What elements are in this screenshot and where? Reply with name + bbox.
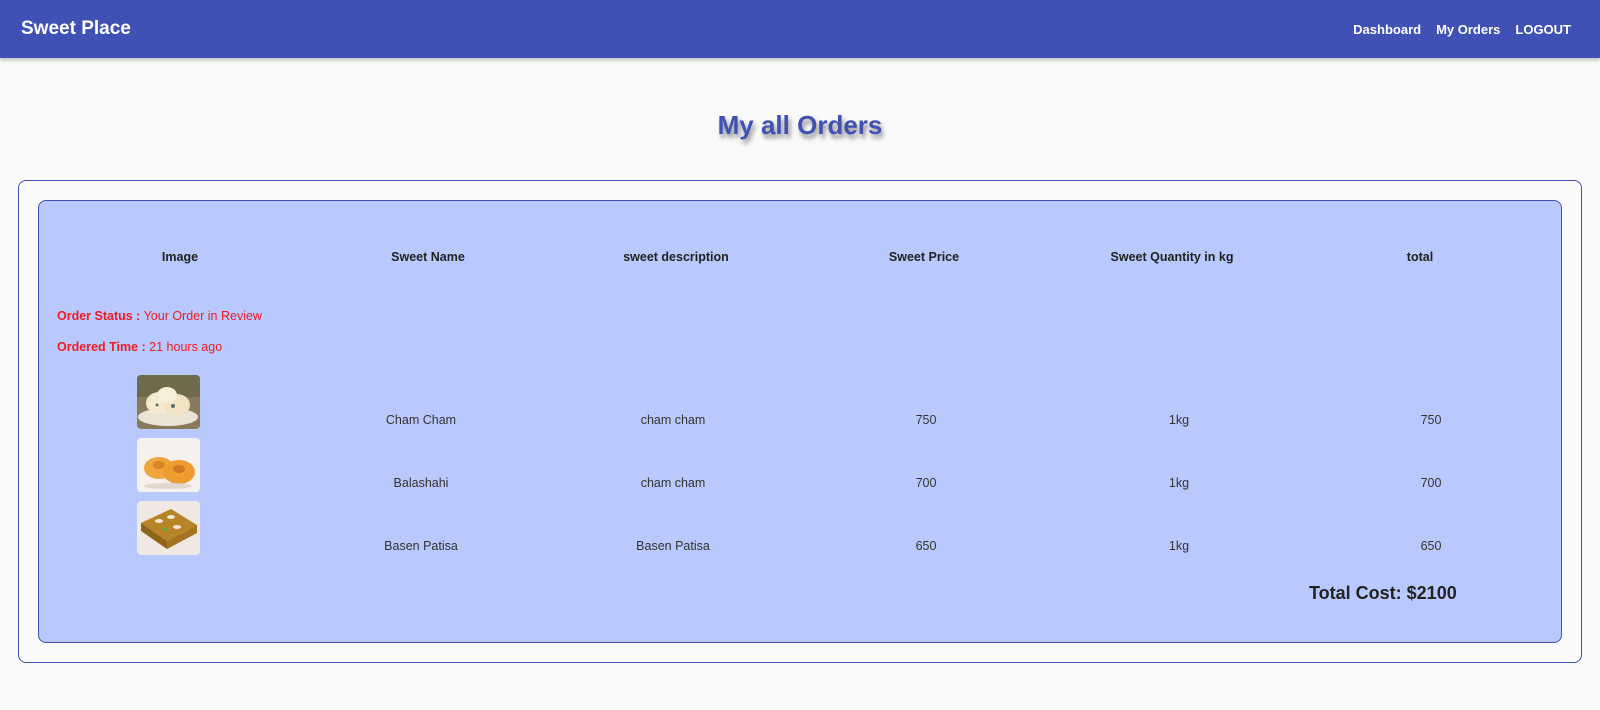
item-1-price: 750 bbox=[915, 413, 937, 427]
item-1-description: cham cham bbox=[640, 413, 706, 427]
item-2-price: 700 bbox=[915, 476, 937, 490]
col-header-image: Image bbox=[161, 250, 199, 264]
item-2-description: cham cham bbox=[640, 476, 706, 490]
order-status-label: Order Status : bbox=[57, 309, 141, 323]
order-status-value: Your Order in Review bbox=[143, 309, 262, 323]
nav-logout-link[interactable]: LOGOUT bbox=[1515, 22, 1571, 37]
item-3-total: 650 bbox=[1420, 539, 1442, 553]
total-cost: Total Cost: $2100 bbox=[1309, 583, 1457, 603]
basen-patisa-image bbox=[137, 501, 200, 555]
item-3-quantity: 1kg bbox=[1168, 539, 1190, 553]
item-2-name: Balashahi bbox=[393, 476, 449, 490]
top-nav: Dashboard My Orders LOGOUT bbox=[1338, 22, 1571, 37]
ordered-time-value: 21 hours ago bbox=[149, 340, 223, 354]
item-1-total: 750 bbox=[1420, 413, 1442, 427]
cham-cham-image bbox=[137, 375, 200, 429]
item-1-quantity: 1kg bbox=[1168, 413, 1190, 427]
col-header-quantity: Sweet Quantity in kg bbox=[1110, 250, 1234, 264]
item-2-total: 700 bbox=[1420, 476, 1442, 490]
app-bar: Sweet Place Dashboard My Orders LOGOUT bbox=[0, 0, 1600, 58]
item-1-name: Cham Cham bbox=[385, 413, 457, 427]
item-3-price: 650 bbox=[915, 539, 937, 553]
item-2-quantity: 1kg bbox=[1168, 476, 1190, 490]
brand-title[interactable]: Sweet Place bbox=[21, 18, 131, 40]
ordered-time: Ordered Time : 21 hours ago bbox=[57, 340, 222, 354]
balashahi-image bbox=[137, 438, 200, 492]
order-status: Order Status : Your Order in Review bbox=[57, 309, 262, 323]
ordered-time-label: Ordered Time : bbox=[57, 340, 146, 354]
col-header-price: Sweet Price bbox=[888, 250, 960, 264]
col-header-sweet-name: Sweet Name bbox=[391, 250, 465, 264]
col-header-total: total bbox=[1406, 250, 1434, 264]
nav-my-orders-link[interactable]: My Orders bbox=[1436, 22, 1500, 37]
nav-dashboard-link[interactable]: Dashboard bbox=[1353, 22, 1421, 37]
item-3-description: Basen Patisa bbox=[636, 539, 710, 553]
page-title: My all Orders bbox=[717, 110, 883, 140]
col-header-description: sweet description bbox=[623, 250, 729, 264]
item-3-name: Basen Patisa bbox=[384, 539, 458, 553]
